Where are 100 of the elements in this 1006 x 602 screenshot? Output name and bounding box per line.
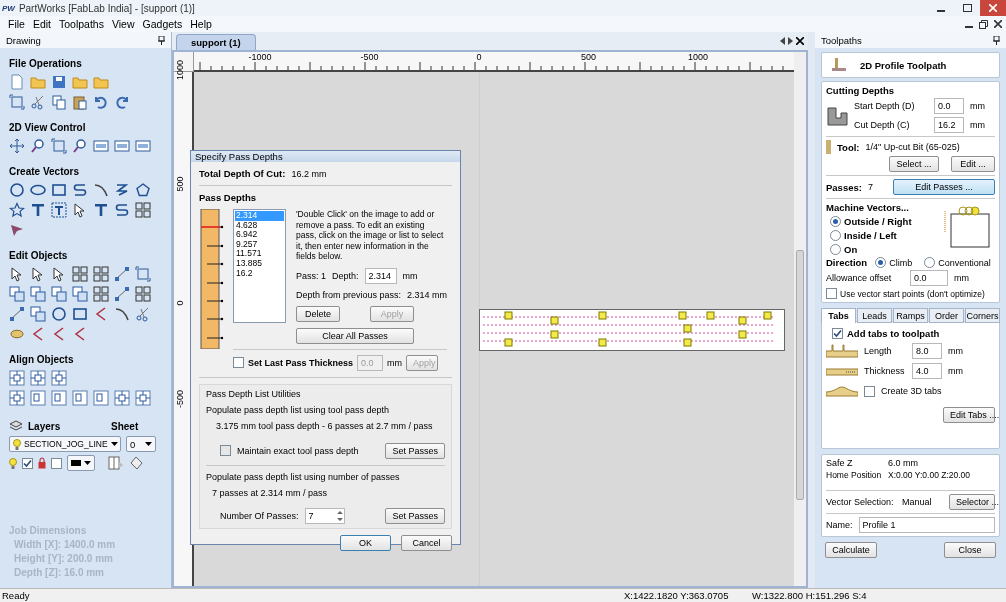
- checkbox[interactable]: [832, 328, 843, 339]
- arc-icon[interactable]: [114, 306, 130, 322]
- passes-spinner[interactable]: 7: [304, 507, 345, 524]
- ok-button[interactable]: OK: [340, 534, 391, 551]
- align-icon[interactable]: [135, 390, 151, 406]
- grid-icon[interactable]: [135, 286, 151, 302]
- scissors-icon[interactable]: [135, 306, 151, 322]
- curve-icon[interactable]: [72, 182, 88, 198]
- align-edge-icon[interactable]: [30, 390, 46, 406]
- spinner-arrows-icon[interactable]: [335, 508, 344, 523]
- align-edge-icon[interactable]: [72, 390, 88, 406]
- save-icon[interactable]: [51, 74, 67, 90]
- clear-all-button[interactable]: Clear All Passes: [296, 327, 414, 344]
- grid-icon[interactable]: [93, 266, 109, 282]
- panel-tab[interactable]: Corners: [965, 308, 1000, 323]
- pass-list[interactable]: 2.314 4.628 6.942 9.257 11.571 13.885 16.2: [233, 209, 286, 323]
- overlap-icon[interactable]: [51, 286, 67, 302]
- cut-depth-input[interactable]: 16.2: [934, 117, 964, 133]
- length-input[interactable]: 8.0: [912, 343, 942, 359]
- rectangle-icon[interactable]: [72, 306, 88, 322]
- panel-tab[interactable]: Order: [929, 308, 964, 323]
- edit-button[interactable]: Edit ...: [951, 156, 995, 172]
- curve-icon[interactable]: [114, 202, 130, 218]
- panel-tab[interactable]: Tabs: [821, 308, 856, 323]
- checkbox[interactable]: [864, 385, 875, 397]
- window-icon[interactable]: [93, 138, 109, 154]
- scissors-icon[interactable]: [30, 94, 46, 110]
- node-icon[interactable]: [9, 306, 25, 322]
- overlap-icon[interactable]: [30, 286, 46, 302]
- redo-icon[interactable]: [114, 94, 130, 110]
- edit-passes-button[interactable]: Edit Passes ...: [893, 179, 995, 195]
- window-icon[interactable]: [135, 138, 151, 154]
- set-passes-button[interactable]: Set Passes: [385, 507, 445, 524]
- text-icon[interactable]: [30, 202, 46, 218]
- pentagon-icon[interactable]: [135, 182, 151, 198]
- allowance-input[interactable]: 0.0: [910, 270, 948, 286]
- copy-icon[interactable]: [51, 94, 67, 110]
- color-dropdown[interactable]: [67, 455, 95, 471]
- visible-checkbox[interactable]: [22, 457, 33, 469]
- frame-icon[interactable]: [51, 138, 67, 154]
- align-edge-icon[interactable]: [93, 390, 109, 406]
- rectangle-icon[interactable]: [51, 182, 67, 198]
- panel-tab[interactable]: Leads: [857, 308, 892, 323]
- start-depth-input[interactable]: 0.0: [934, 98, 964, 114]
- align-icon[interactable]: [114, 390, 130, 406]
- undo-icon[interactable]: [93, 94, 109, 110]
- radio-button[interactable]: [924, 257, 936, 268]
- scroll-left-icon[interactable]: [780, 37, 785, 45]
- restore-icon[interactable]: [979, 19, 988, 29]
- align-icon[interactable]: [30, 370, 46, 386]
- radio-button[interactable]: [875, 257, 887, 268]
- text-icon[interactable]: [93, 202, 109, 218]
- pass-list-item[interactable]: 16.2: [235, 268, 284, 279]
- radio-button[interactable]: [830, 244, 841, 255]
- circle-icon[interactable]: [9, 182, 25, 198]
- align-icon[interactable]: [51, 370, 67, 386]
- grid-icon[interactable]: [93, 286, 109, 302]
- pass-list-item[interactable]: 9.257: [235, 239, 284, 250]
- zoom-icon[interactable]: [30, 138, 46, 154]
- radio-button[interactable]: [830, 216, 841, 227]
- close-button[interactable]: Close: [944, 542, 996, 558]
- thickness-input[interactable]: 4.0: [912, 363, 942, 379]
- overlap-icon[interactable]: [72, 286, 88, 302]
- ellipse-icon[interactable]: [30, 182, 46, 198]
- menu-item[interactable]: Help: [186, 18, 216, 30]
- sheet-dropdown[interactable]: 0: [126, 436, 156, 452]
- depth-input[interactable]: 2.314: [364, 267, 397, 284]
- scrollbar[interactable]: [794, 52, 806, 586]
- align-edge-icon[interactable]: [51, 390, 67, 406]
- circle-icon[interactable]: [51, 306, 67, 322]
- layer-panel-icon[interactable]: [108, 456, 124, 470]
- flag-icon[interactable]: [9, 222, 25, 238]
- frame-icon[interactable]: [9, 94, 25, 110]
- scroll-right-icon[interactable]: [788, 37, 793, 45]
- toolpath-drawing[interactable]: [479, 309, 785, 351]
- select-button[interactable]: Select ...: [889, 156, 939, 172]
- delete-button[interactable]: Delete: [296, 305, 340, 322]
- menu-item[interactable]: View: [107, 18, 139, 30]
- align-icon[interactable]: [9, 390, 25, 406]
- overlap-icon[interactable]: [30, 306, 46, 322]
- pin-icon[interactable]: [993, 35, 1000, 45]
- close-icon[interactable]: [796, 37, 804, 45]
- star-icon[interactable]: [9, 202, 25, 218]
- document-tab[interactable]: support (1): [176, 34, 256, 50]
- pin-icon[interactable]: [158, 35, 165, 45]
- grid-icon[interactable]: [135, 202, 151, 218]
- pass-depth-diagram[interactable]: [199, 209, 225, 349]
- node-icon[interactable]: [114, 266, 130, 282]
- name-input[interactable]: Profile 1: [858, 517, 995, 533]
- pass-list-item[interactable]: 11.571: [235, 249, 284, 259]
- text-box-icon[interactable]: [51, 202, 67, 218]
- pass-list-item[interactable]: 4.628: [235, 220, 284, 231]
- zigzag-icon[interactable]: [114, 182, 130, 198]
- calculate-button[interactable]: Calculate: [825, 542, 877, 558]
- layer-dropdown[interactable]: SECTION_JOG_LINE: [9, 436, 121, 452]
- zoom-icon[interactable]: [72, 138, 88, 154]
- menu-item[interactable]: File: [4, 18, 29, 30]
- grid-icon[interactable]: [72, 266, 88, 282]
- paste-icon[interactable]: [72, 94, 88, 110]
- node-icon[interactable]: [114, 286, 130, 302]
